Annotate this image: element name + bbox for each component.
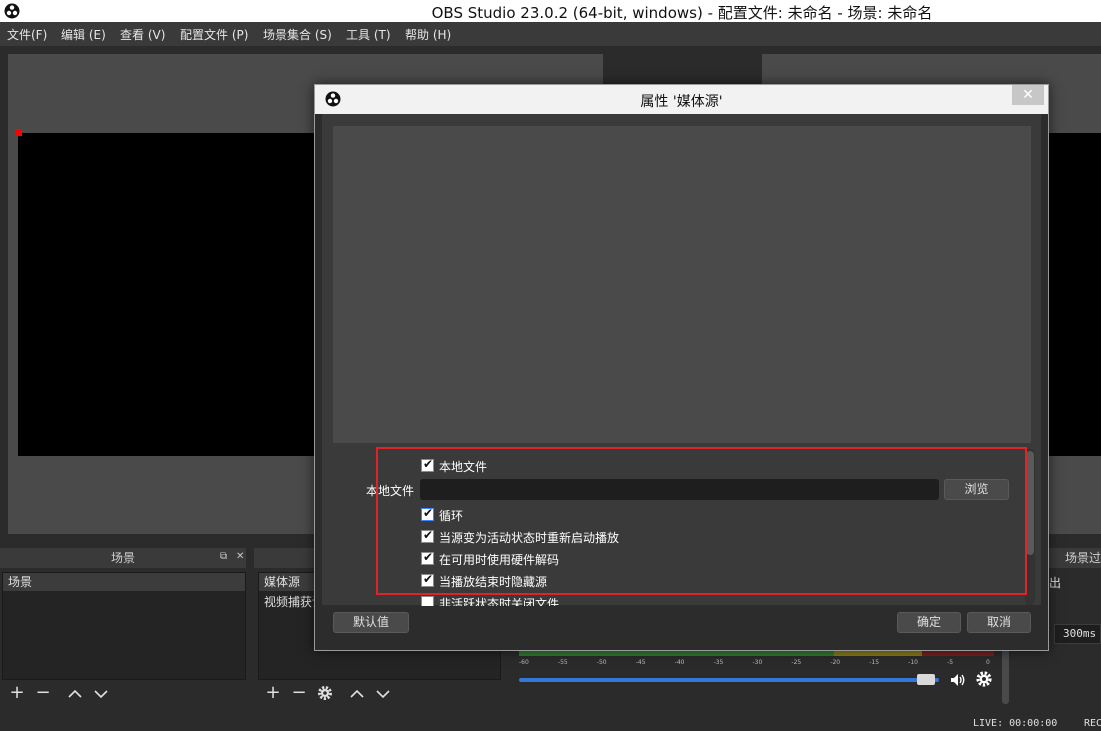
checkmark-icon: ✔: [423, 528, 434, 542]
volume-slider-track[interactable]: [519, 678, 939, 682]
sources-toolbar: + −: [258, 680, 501, 706]
live-status: LIVE: 00:00:00: [973, 718, 1058, 729]
status-bar: LIVE: 00:00:00 REC: [0, 712, 1101, 731]
mixer-scrollbar[interactable]: [1002, 648, 1009, 704]
audio-mixer: -60 -55 -50 -45 -40 -35 -30 -25 -20 -15 -10 -5 0: [513, 645, 1008, 707]
transition-duration-field[interactable]: 300ms: [1054, 624, 1101, 644]
hw-decode-checkbox[interactable]: ✔: [421, 550, 434, 565]
dialog-close-button[interactable]: ✕: [1012, 85, 1044, 105]
dialog-titlebar: 属性 '媒体源' ✕: [315, 85, 1048, 114]
local-file-input[interactable]: [420, 479, 939, 500]
meter-tick-label: -5: [947, 659, 954, 666]
dock-float-icon[interactable]: ⧉: [220, 551, 227, 562]
remove-scene-button[interactable]: −: [32, 680, 54, 706]
menu-edit[interactable]: 编辑 (E): [61, 26, 106, 43]
meter-tick-label: -40: [674, 659, 685, 666]
source-properties-gear-icon[interactable]: [314, 680, 336, 706]
meter-tick-label: -50: [596, 659, 607, 666]
preview-canvas[interactable]: [18, 133, 338, 456]
menu-profile[interactable]: 配置文件 (P): [180, 26, 248, 43]
cancel-button[interactable]: 取消: [967, 612, 1031, 633]
meter-tick-label: -20: [830, 659, 841, 666]
menu-tools[interactable]: 工具 (T): [346, 26, 391, 43]
meter-tick-label: -35: [713, 659, 724, 666]
scene-item[interactable]: 场景: [3, 573, 245, 591]
mixer-gear-icon[interactable]: [975, 670, 993, 688]
transitions-dock-header: 场景过: [1049, 548, 1101, 568]
meter-tick-label: -15: [869, 659, 880, 666]
menu-bar: 文件(F) 编辑 (E) 查看 (V) 配置文件 (P) 场景集合 (S) 工具…: [0, 22, 1101, 46]
speaker-icon[interactable]: [949, 671, 967, 689]
close-when-inactive-label: 非活跃状态时关闭文件: [439, 597, 560, 606]
local-file-checkbox-label: 本地文件: [439, 460, 488, 474]
checkmark-icon: ✔: [423, 572, 434, 586]
menu-help[interactable]: 帮助 (H): [405, 26, 451, 43]
checkmark-icon: ✔: [423, 550, 434, 564]
menu-scene-collection[interactable]: 场景集合 (S): [263, 26, 332, 43]
scenes-list[interactable]: 场景: [2, 572, 246, 680]
rec-status: REC: [1084, 718, 1101, 729]
properties-dialog: 属性 '媒体源' ✕ ✔ 本地文件 本地文件 浏览 ✔ 循环 ✔ 当源变为活动状…: [314, 84, 1049, 651]
move-source-up-button[interactable]: [346, 680, 368, 706]
add-scene-button[interactable]: +: [6, 680, 28, 706]
defaults-button[interactable]: 默认值: [333, 612, 409, 633]
meter-tick-label: -25: [791, 659, 802, 666]
meter-yellow-segment: [834, 651, 922, 656]
transitions-fade-label: 出: [1049, 576, 1062, 590]
local-file-checkbox[interactable]: ✔: [421, 457, 434, 472]
restart-on-activate-checkbox[interactable]: ✔: [421, 528, 434, 543]
window-titlebar: OBS Studio 23.0.2 (64-bit, windows) - 配置…: [0, 0, 1101, 22]
properties-viewport: ✔ 本地文件 本地文件 浏览 ✔ 循环 ✔ 当源变为活动状态时重新启动播放 ✔ …: [322, 114, 1041, 606]
browse-button[interactable]: 浏览: [944, 479, 1009, 500]
meter-tick-label: -10: [908, 659, 918, 666]
dialog-body: ✔ 本地文件 本地文件 浏览 ✔ 循环 ✔ 当源变为活动状态时重新启动播放 ✔ …: [322, 114, 1041, 606]
close-when-inactive-checkbox[interactable]: [421, 596, 434, 606]
meter-tick-label: -55: [557, 659, 568, 666]
hide-on-end-label: 当播放结束时隐藏源: [439, 575, 548, 589]
move-scene-up-button[interactable]: [64, 680, 86, 706]
move-source-down-button[interactable]: [372, 680, 394, 706]
remove-source-button[interactable]: −: [288, 680, 310, 706]
program-canvas: [1040, 133, 1101, 456]
checkmark-icon: ✔: [423, 506, 434, 520]
file-field-label: 本地文件: [366, 484, 415, 498]
meter-tick-label: -60: [519, 659, 529, 666]
scenes-dock-title: 场景: [110, 551, 135, 565]
add-source-button[interactable]: +: [262, 680, 284, 706]
meter-tick-label: -45: [635, 659, 646, 666]
ok-button[interactable]: 确定: [897, 612, 961, 633]
meter-ticks: -60 -55 -50 -45 -40 -35 -30 -25 -20 -15 -10 -5 0: [519, 659, 994, 669]
hw-decode-label: 在可用时使用硬件解码: [439, 553, 560, 567]
source-preview: [333, 126, 1031, 443]
loop-checkbox[interactable]: ✔: [421, 506, 434, 521]
window-title: OBS Studio 23.0.2 (64-bit, windows) - 配置…: [431, 4, 933, 22]
scenes-toolbar: + −: [2, 680, 246, 706]
menu-view[interactable]: 查看 (V): [120, 26, 165, 43]
checkmark-icon: ✔: [423, 457, 434, 471]
properties-scrollbar-thumb[interactable]: [1026, 451, 1034, 555]
move-scene-down-button[interactable]: [90, 680, 112, 706]
meter-tick-label: 0: [986, 659, 990, 666]
hide-on-end-checkbox[interactable]: ✔: [421, 572, 434, 587]
source-resize-handle[interactable]: [15, 129, 22, 136]
scenes-dock-header: 场景: [0, 548, 246, 568]
dialog-title: 属性 '媒体源': [640, 94, 723, 110]
meter-tick-label: -30: [752, 659, 763, 666]
restart-on-activate-label: 当源变为活动状态时重新启动播放: [439, 531, 620, 545]
menu-file[interactable]: 文件(F): [7, 26, 47, 43]
loop-checkbox-label: 循环: [439, 509, 464, 523]
dock-close-icon[interactable]: ✕: [236, 551, 244, 562]
meter-green-segment: [519, 651, 834, 656]
meter-red-segment: [922, 651, 994, 656]
volume-slider-handle[interactable]: [916, 674, 935, 685]
